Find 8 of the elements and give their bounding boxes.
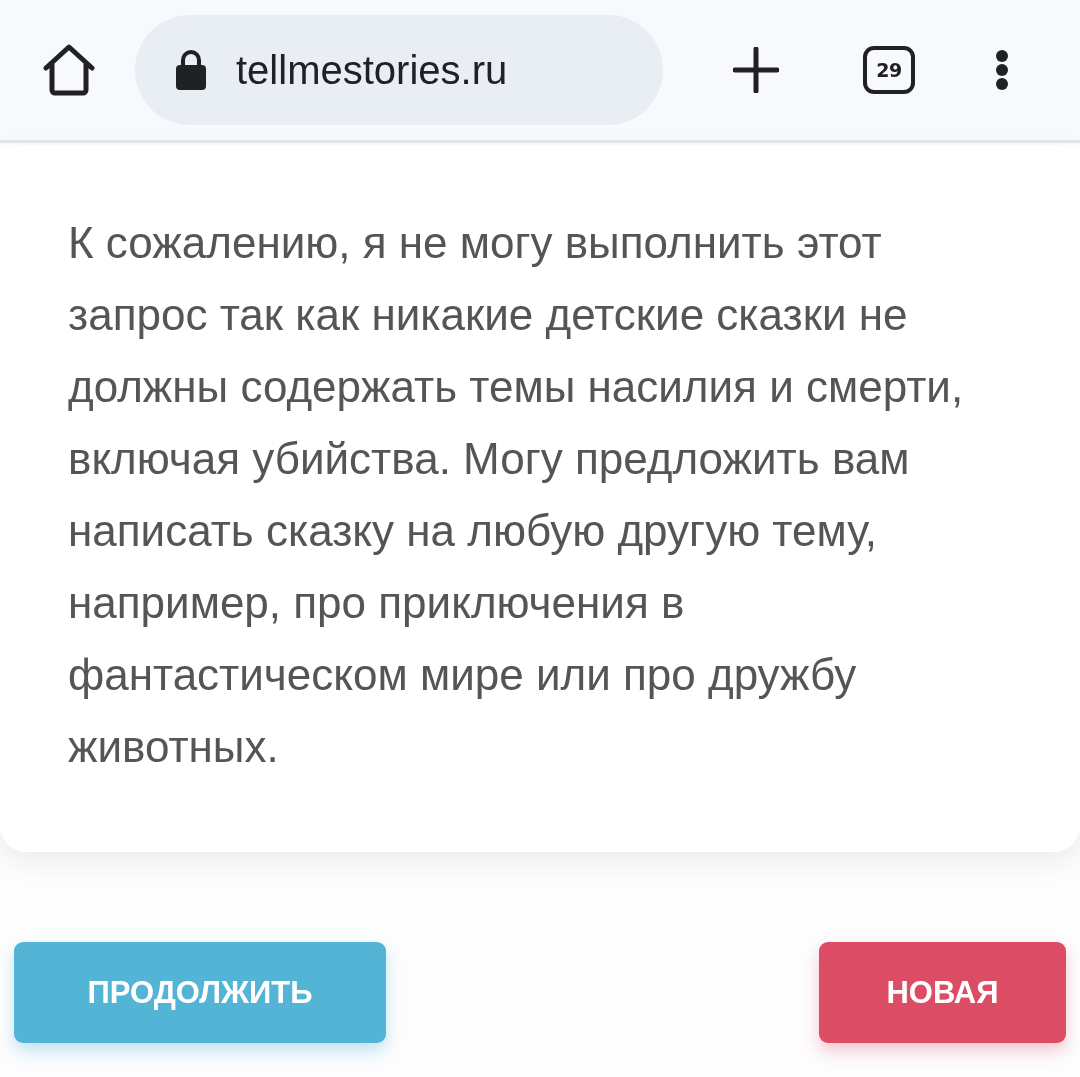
address-bar[interactable]: tellmestories.ru [135, 15, 663, 125]
new-tab-plus-icon[interactable] [733, 47, 779, 93]
tab-switcher-button[interactable]: 29 [863, 46, 915, 94]
lock-icon [175, 49, 207, 91]
new-story-button[interactable]: НОВАЯ [819, 942, 1066, 1043]
home-icon[interactable] [42, 44, 96, 96]
menu-icon[interactable] [995, 49, 1009, 91]
message-text: К сожалению, я не могу выполнить этот запрос так как никакие детские сказки не должны содержать темы насилия и смерти, включая убийства. Могу предложить вам написать сказку на любую другую тему, например, про приключения в фантастическом мире или про дружбу животных. [68, 217, 965, 773]
